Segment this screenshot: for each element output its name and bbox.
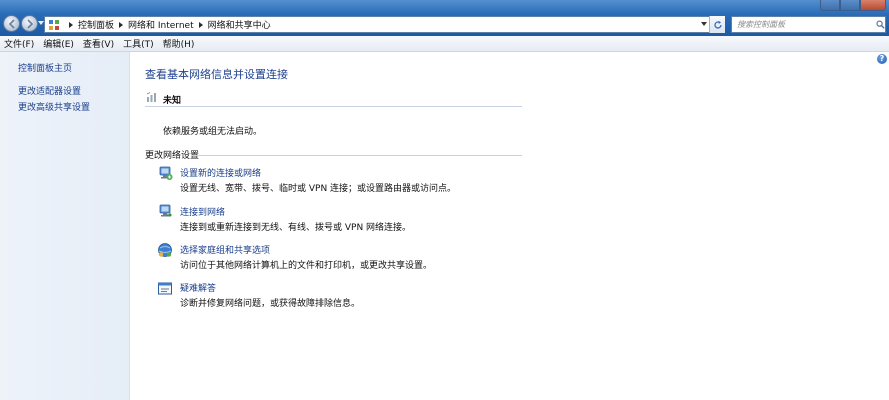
close-button[interactable] bbox=[860, 0, 886, 11]
menu-tools[interactable]: 工具(T) bbox=[123, 37, 154, 50]
homegroup-icon bbox=[158, 243, 172, 257]
minimize-button[interactable] bbox=[820, 0, 840, 11]
address-history-dropdown-icon[interactable] bbox=[701, 22, 707, 26]
forward-button[interactable] bbox=[21, 15, 38, 32]
task-link-troubleshoot[interactable]: 疑难解答 bbox=[180, 281, 216, 294]
forward-arrow-icon bbox=[26, 18, 33, 29]
help-icon[interactable]: ? bbox=[877, 54, 887, 64]
sidebar-item-change-adapter-settings[interactable]: 更改适配器设置 bbox=[18, 84, 81, 97]
breadcrumb-control-panel[interactable]: 控制面板 bbox=[78, 18, 114, 31]
breadcrumb-separator-icon[interactable] bbox=[69, 21, 73, 28]
sidebar: 控制面板主页 更改适配器设置 更改高级共享设置 bbox=[0, 52, 130, 400]
task-desc-connect-network: 连接到或重新连接到无线、有线、拨号或 VPN 网络连接。 bbox=[180, 223, 412, 233]
menu-help[interactable]: 帮助(H) bbox=[163, 37, 195, 50]
back-button[interactable] bbox=[3, 15, 20, 32]
breadcrumb-network-sharing-center[interactable]: 网络和共享中心 bbox=[208, 18, 271, 31]
window-controls bbox=[820, 0, 886, 11]
network-name: 未知 bbox=[163, 96, 182, 106]
address-bar[interactable]: 控制面板 网络和 Internet 网络和共享中心 bbox=[44, 16, 724, 33]
search-icon[interactable] bbox=[876, 20, 885, 29]
connect-network-icon bbox=[159, 204, 172, 217]
back-arrow-icon bbox=[8, 18, 15, 29]
task-desc-homegroup-sharing: 访问位于其他网络计算机上的文件和打印机，或更改共享设置。 bbox=[180, 261, 433, 271]
task-desc-troubleshoot: 诊断并修复网络问题，或获得故障排除信息。 bbox=[180, 299, 361, 309]
breadcrumb-network-internet[interactable]: 网络和 Internet bbox=[128, 18, 194, 31]
breadcrumb-separator-icon[interactable] bbox=[119, 21, 124, 28]
menu-edit[interactable]: 编辑(E) bbox=[43, 37, 74, 50]
page-title: 查看基本网络信息并设置连接 bbox=[145, 68, 288, 81]
sidebar-item-advanced-sharing-settings[interactable]: 更改高级共享设置 bbox=[18, 100, 90, 113]
breadcrumb-separator-icon[interactable] bbox=[198, 21, 203, 28]
task-link-homegroup-sharing[interactable]: 选择家庭组和共享选项 bbox=[180, 243, 270, 256]
troubleshoot-icon bbox=[158, 282, 172, 295]
network-status-text: 依赖服务或组无法启动。 bbox=[163, 127, 263, 137]
menu-file[interactable]: 文件(F) bbox=[4, 37, 34, 50]
unknown-network-icon bbox=[146, 92, 156, 102]
divider bbox=[191, 155, 522, 156]
search-box[interactable] bbox=[731, 16, 886, 33]
search-input[interactable] bbox=[732, 18, 877, 31]
task-desc-setup-connection: 设置无线、宽带、拨号、临时或 VPN 连接；或设置路由器或访问点。 bbox=[180, 184, 457, 194]
menu-view[interactable]: 查看(V) bbox=[83, 37, 114, 50]
refresh-button[interactable] bbox=[709, 16, 725, 33]
task-link-connect-network[interactable]: 连接到网络 bbox=[180, 205, 225, 218]
maximize-button[interactable] bbox=[840, 0, 860, 11]
new-connection-icon bbox=[159, 166, 173, 180]
control-panel-icon bbox=[49, 19, 59, 30]
sidebar-item-control-panel-home[interactable]: 控制面板主页 bbox=[18, 61, 72, 74]
task-link-setup-connection[interactable]: 设置新的连接或网络 bbox=[180, 166, 261, 179]
refresh-icon bbox=[713, 20, 722, 29]
menu-bar: 文件(F) 编辑(E) 查看(V) 工具(T) 帮助(H) bbox=[0, 36, 889, 52]
divider bbox=[145, 106, 522, 107]
